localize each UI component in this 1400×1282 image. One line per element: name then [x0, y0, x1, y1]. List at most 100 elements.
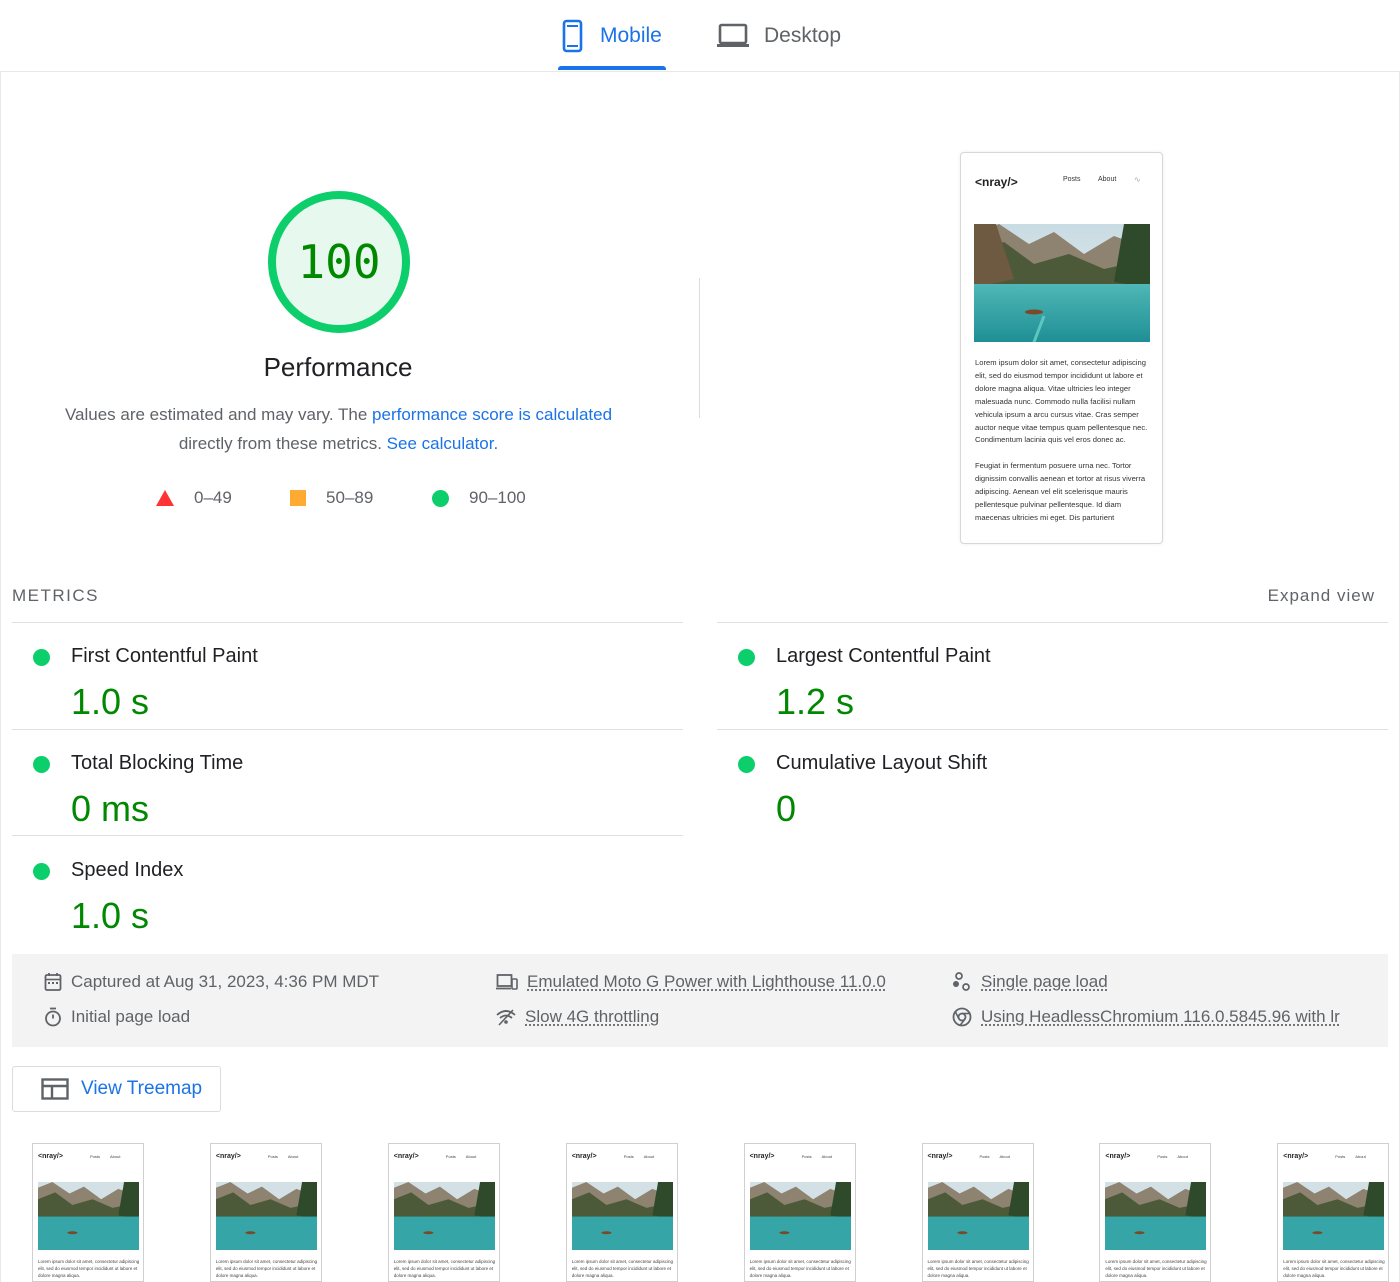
- final-screenshot[interactable]: <nray/> Posts About ∿ Lorem ipsum dolor …: [960, 152, 1163, 544]
- frame-lake-photo: [927, 1182, 1029, 1250]
- frame-nav-about: About: [821, 1154, 833, 1159]
- divider: [12, 622, 683, 623]
- metric-value: 0 ms: [71, 788, 150, 829]
- pass-circle-icon: [33, 649, 50, 666]
- tab-desktop-label: Desktop: [764, 24, 842, 47]
- chrome-icon: [952, 1007, 972, 1027]
- legend-pass-label: 90–100: [469, 488, 526, 507]
- frame-lake-photo: [1105, 1182, 1207, 1250]
- frame-nav-posts: Posts: [90, 1154, 101, 1159]
- performance-score-value: 100: [297, 235, 381, 289]
- rss-icon: ∿: [1134, 175, 1141, 184]
- frame-nav-posts: Posts: [1157, 1154, 1168, 1159]
- divider: [12, 729, 683, 730]
- filmstrip-frame: <nray/> Posts About Lorem ipsum dolor sit a…: [921, 1143, 1034, 1282]
- metric-total-blocking-time[interactable]: Total Blocking Time 0 ms: [33, 748, 633, 848]
- active-tab-indicator: [558, 66, 666, 70]
- metric-name: Cumulative Layout Shift: [776, 752, 988, 774]
- pass-circle-icon: [738, 756, 755, 773]
- metric-name: Total Blocking Time: [71, 752, 244, 774]
- metrics-heading: METRICS: [12, 586, 99, 605]
- filmstrip-frame: <nray/> Posts About Lorem ipsum dolor sit a…: [209, 1143, 322, 1282]
- legend-fail: 0–49: [156, 486, 232, 510]
- runtime-single-load[interactable]: Single page load: [952, 972, 1108, 992]
- tab-mobile[interactable]: Mobile: [558, 0, 662, 72]
- calendar-icon: [44, 973, 62, 991]
- runtime-initial-text: Initial page load: [71, 1007, 191, 1026]
- score-description-text: Values are estimated and may vary. The: [64, 405, 373, 424]
- frame-nav-posts: Posts: [267, 1154, 278, 1159]
- screenshot-paragraph-2: Feugiat in fermentum posuere urna nec. T…: [975, 461, 1146, 522]
- frame-nav-about: About: [643, 1154, 655, 1159]
- vertical-divider: [699, 278, 700, 418]
- runtime-initial-load: Initial page load: [44, 1007, 190, 1027]
- metric-value: 1.0 s: [71, 681, 150, 722]
- filmstrip-frame: <nray/> Posts About Lorem ipsum dolor sit a…: [565, 1143, 678, 1282]
- pass-circle-icon: [33, 756, 50, 773]
- runtime-throttling[interactable]: Slow 4G throttling: [496, 1007, 659, 1027]
- frame-logo: <nray/>: [1283, 1153, 1309, 1160]
- tab-desktop[interactable]: Desktop: [716, 0, 841, 72]
- frame-text: Lorem ipsum dolor sit amet, consectetur …: [393, 1259, 496, 1278]
- score-description-text-2: directly from these metrics.: [178, 434, 387, 453]
- performance-category-label: Performance: [263, 352, 413, 382]
- legend-average: 50–89: [290, 486, 373, 510]
- divider: [717, 622, 1388, 623]
- runtime-browser-text: Using HeadlessChromium 116.0.5845.96 wit…: [981, 1007, 1340, 1026]
- metric-value: 1.0 s: [71, 895, 150, 936]
- frame-logo: <nray/>: [38, 1153, 63, 1160]
- frame-logo: <nray/>: [215, 1153, 241, 1160]
- frame-lake-photo: [571, 1182, 673, 1250]
- screenshot-body-text: Lorem ipsum dolor sit amet, consectetur …: [975, 357, 1151, 538]
- frame-nav-posts: Posts: [623, 1154, 634, 1159]
- runtime-device-text: Emulated Moto G Power with Lighthouse 11…: [527, 972, 886, 991]
- runtime-captured-text: Captured at Aug 31, 2023, 4:36 PM MDT: [71, 972, 380, 991]
- filmstrip-frame: <nray/> Posts About Lorem ipsum dolor sit a…: [743, 1143, 856, 1282]
- frame-nav-posts: Posts: [1335, 1154, 1346, 1159]
- site-logo: <nray/>: [975, 175, 1018, 189]
- frame-nav-about: About: [287, 1154, 299, 1159]
- filmstrip-frame: <nray/> Posts About Lorem ipsum dolor sit a…: [387, 1143, 500, 1282]
- frame-nav-posts: Posts: [445, 1154, 456, 1159]
- divider: [717, 729, 1388, 730]
- metric-name: Largest Contentful Paint: [776, 645, 991, 667]
- laptop-icon: [717, 23, 749, 47]
- site-nav-about: About: [1098, 176, 1117, 183]
- metric-cumulative-layout-shift[interactable]: Cumulative Layout Shift 0: [738, 748, 1338, 848]
- metric-largest-contentful-paint[interactable]: Largest Contentful Paint 1.2 s: [738, 641, 1338, 741]
- metric-speed-index[interactable]: Speed Index 1.0 s: [33, 855, 633, 955]
- frame-nav-about: About: [1355, 1154, 1366, 1159]
- frame-nav-posts: Posts: [801, 1154, 812, 1159]
- metric-first-contentful-paint[interactable]: First Contentful Paint 1.0 s: [33, 641, 633, 741]
- pass-circle-icon: [738, 649, 755, 666]
- runtime-browser[interactable]: Using HeadlessChromium 116.0.5845.96 wit…: [952, 1007, 1340, 1027]
- legend-pass: 90–100: [432, 486, 526, 510]
- score-calculated-link[interactable]: performance score is calculated: [372, 405, 612, 424]
- see-calculator-link[interactable]: See calculator.: [387, 434, 499, 453]
- filmstrip-frame: <nray/> Posts About Lorem ipsum dolor sit a…: [1099, 1143, 1212, 1282]
- pass-circle-icon: [432, 489, 449, 507]
- treemap-icon: [41, 1078, 69, 1100]
- frame-logo: <nray/>: [393, 1153, 419, 1160]
- score-description: Values are estimated and may vary. The p…: [40, 400, 637, 458]
- timer-icon: [45, 1007, 61, 1027]
- frame-logo: <nray/>: [1105, 1153, 1131, 1160]
- filmstrip-frame: <nray/> Posts About Lorem ipsum dolor sit a…: [1277, 1143, 1390, 1282]
- legend-fail-label: 0–49: [194, 488, 232, 507]
- legend-average-label: 50–89: [326, 488, 374, 507]
- metric-value: 0: [776, 788, 797, 829]
- phone-icon: [562, 19, 583, 53]
- performance-score-gauge: 100: [268, 191, 410, 333]
- device-tabs: Mobile Desktop: [0, 0, 1400, 72]
- metric-name: First Contentful Paint: [71, 645, 258, 667]
- frame-text: Lorem ipsum dolor sit amet, consectetur …: [1105, 1259, 1207, 1278]
- expand-view-toggle[interactable]: Expand view: [1268, 586, 1375, 606]
- tab-mobile-label: Mobile: [600, 24, 662, 47]
- runtime-device[interactable]: Emulated Moto G Power with Lighthouse 11…: [496, 972, 886, 992]
- fail-triangle-icon: [156, 490, 174, 506]
- frame-lake-photo: [1283, 1182, 1385, 1250]
- view-treemap-button[interactable]: View Treemap: [12, 1066, 221, 1112]
- frame-lake-photo: [215, 1182, 317, 1250]
- frame-nav-about: About: [465, 1154, 477, 1159]
- signal-icon: [496, 1009, 516, 1026]
